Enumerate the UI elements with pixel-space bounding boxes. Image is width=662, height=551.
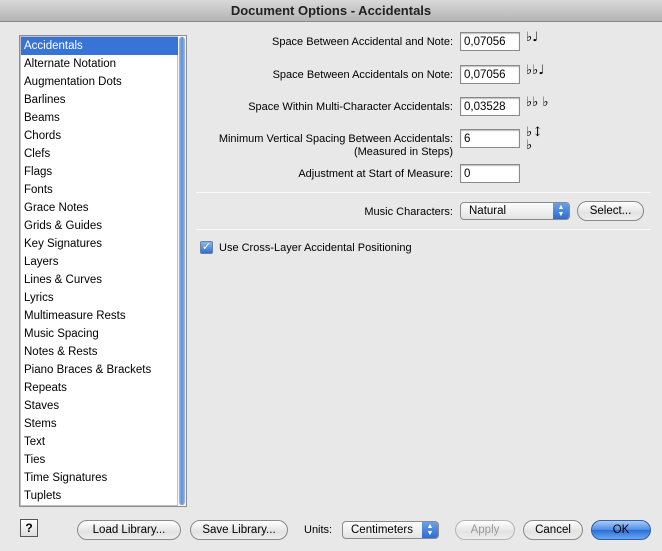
sidebar-item[interactable]: Barlines: [21, 91, 178, 109]
ok-button[interactable]: OK: [591, 520, 651, 540]
accidentals-spacing-icon: ♭♭♩: [526, 63, 545, 78]
sidebar-item[interactable]: Alternate Notation: [21, 55, 178, 73]
adjust-start-label: Adjustment at Start of Measure:: [298, 168, 453, 180]
min-vertical-label: Minimum Vertical Spacing Between Acciden…: [218, 133, 453, 145]
sidebar-item[interactable]: Key Signatures: [21, 235, 178, 253]
sidebar-item[interactable]: Music Spacing: [21, 325, 178, 343]
units-popup[interactable]: Centimeters ▲ ▼: [342, 521, 439, 539]
sidebar-item[interactable]: Grids & Guides: [21, 217, 178, 235]
accidental-note-spacing-icon: ♭♩: [526, 30, 539, 45]
save-library-button[interactable]: Save Library...: [190, 520, 288, 540]
sidebar-item[interactable]: Repeats: [21, 379, 178, 397]
space-multichar-label: Space Within Multi-Character Accidentals…: [248, 101, 453, 113]
sidebar-item[interactable]: Multimeasure Rests: [21, 307, 178, 325]
help-button[interactable]: ?: [20, 519, 38, 537]
category-list-scrollbar[interactable]: [177, 36, 186, 506]
min-vertical-sublabel: (Measured in Steps): [353, 146, 453, 158]
sidebar-item[interactable]: Text: [21, 433, 178, 451]
sidebar-item[interactable]: Chords: [21, 127, 178, 145]
sidebar-item[interactable]: Grace Notes: [21, 199, 178, 217]
select-button[interactable]: Select...: [577, 201, 644, 221]
music-characters-value: Natural: [469, 205, 507, 217]
space-multichar-field[interactable]: 0,03528: [460, 97, 520, 116]
sidebar-item[interactable]: Clefs: [21, 145, 178, 163]
units-value: Centimeters: [351, 524, 413, 536]
sidebar-item[interactable]: Time Signatures: [21, 469, 178, 487]
window-title: Document Options - Accidentals: [0, 0, 662, 22]
sidebar-item[interactable]: Augmentation Dots: [21, 73, 178, 91]
sidebar-item[interactable]: Layers: [21, 253, 178, 271]
sidebar-item[interactable]: Lines & Curves: [21, 271, 178, 289]
category-list[interactable]: Accidentals Alternate Notation Augmentatio…: [19, 35, 187, 507]
scrollbar-thumb[interactable]: [179, 37, 185, 505]
divider: [196, 229, 651, 230]
min-vertical-field[interactable]: 6: [460, 129, 520, 148]
sidebar-item[interactable]: Ties: [21, 451, 178, 469]
multichar-spacing-icon: ♭♭ ♭: [526, 95, 549, 110]
sidebar-item[interactable]: Accidentals: [21, 37, 178, 55]
adjust-start-field[interactable]: 0: [460, 164, 520, 183]
sidebar-item[interactable]: Piano Braces & Brackets: [21, 361, 178, 379]
space-accidental-note-field[interactable]: 0,07056: [460, 32, 520, 51]
sidebar-item[interactable]: Beams: [21, 109, 178, 127]
vertical-spacing-icon: ♭↕ ♭: [526, 125, 544, 153]
sidebar-item[interactable]: Notes & Rests: [21, 343, 178, 361]
sidebar-item[interactable]: Stems: [21, 415, 178, 433]
sidebar-item[interactable]: Staves: [21, 397, 178, 415]
cancel-button[interactable]: Cancel: [523, 520, 583, 540]
sidebar-item[interactable]: Tuplets: [21, 487, 178, 505]
units-label: Units:: [304, 524, 333, 536]
divider: [196, 192, 651, 193]
popup-arrows-icon: ▲ ▼: [422, 522, 438, 538]
sidebar-item[interactable]: Flags: [21, 163, 178, 181]
space-accidentals-field[interactable]: 0,07056: [460, 65, 520, 84]
music-characters-label: Music Characters:: [364, 206, 453, 218]
apply-button[interactable]: Apply: [455, 520, 515, 540]
space-accidental-note-label: Space Between Accidental and Note:: [271, 36, 453, 48]
space-accidentals-label: Space Between Accidentals on Note:: [272, 69, 453, 81]
music-characters-popup[interactable]: Natural ▲ ▼: [460, 202, 570, 220]
cross-layer-label: Use Cross-Layer Accidental Positioning: [219, 242, 412, 254]
popup-arrows-icon: ▲ ▼: [553, 203, 569, 219]
load-library-button[interactable]: Load Library...: [77, 520, 181, 540]
cross-layer-checkbox[interactable]: ✓: [200, 241, 213, 254]
sidebar-item[interactable]: Lyrics: [21, 289, 178, 307]
sidebar-item[interactable]: Fonts: [21, 181, 178, 199]
